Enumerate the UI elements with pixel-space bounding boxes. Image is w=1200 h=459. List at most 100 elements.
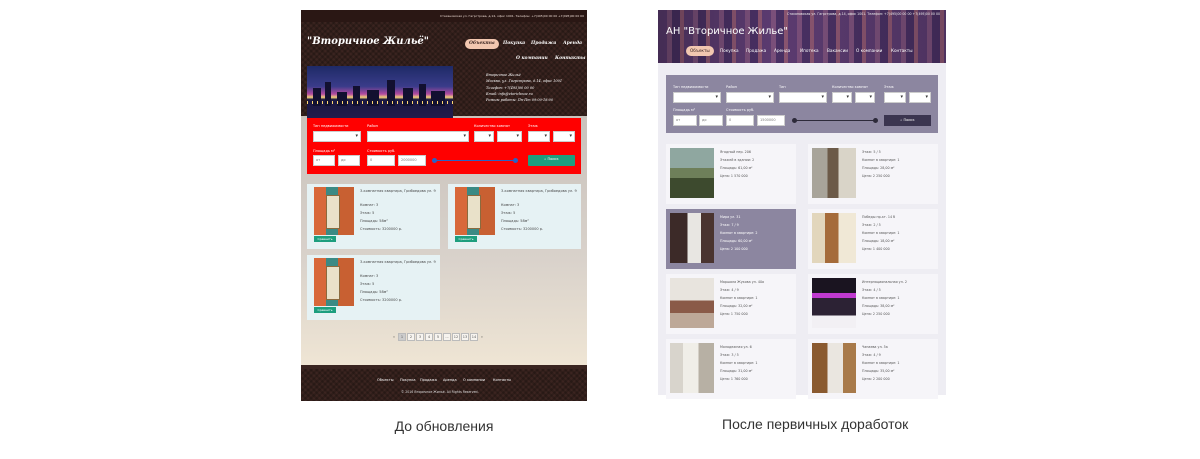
price-to-field[interactable]: 1500000 xyxy=(757,115,785,126)
pager-page[interactable]: 12 xyxy=(452,333,460,341)
search-button[interactable]: ⌕ Поиск xyxy=(884,115,931,126)
listing-price: Цена: 2 100 000 xyxy=(720,247,748,251)
price-from-field[interactable]: 0 xyxy=(726,115,754,126)
compare-button[interactable]: Сравнить xyxy=(314,236,336,242)
footer-nav-item[interactable]: Покупка xyxy=(400,378,416,382)
listing-title[interactable]: 3-комнатная квартира, Грибоедова ул. 9 xyxy=(360,260,438,264)
listing-card[interactable]: 3-комнатная квартира, Грибоедова ул. 9 К… xyxy=(448,184,581,249)
property-type-select[interactable] xyxy=(313,131,361,142)
listing-card[interactable]: Этаж: 5 / 5 Комнат в квартире: 1 Площадь… xyxy=(808,144,938,204)
nav-item-objects[interactable]: Объекты xyxy=(465,39,499,49)
listing-card[interactable]: Молодежная ул. 6 Этаж: 3 / 5 Комнат в кв… xyxy=(666,339,796,399)
listing-card[interactable]: 3-комнатная квартира, Грибоедова ул. 9 К… xyxy=(307,184,440,249)
pager-page[interactable]: 13 xyxy=(461,333,469,341)
listing-card[interactable]: Маршала Жукова ул. 40а Этаж: 4 / 9 Комна… xyxy=(666,274,796,334)
nav-item-vacancies[interactable]: Вакансии xyxy=(827,46,848,56)
listing-area: Площадь: 58м² xyxy=(360,219,388,223)
listing-title[interactable]: Мира ул. 31 xyxy=(720,215,741,219)
nav-item-sell[interactable]: Продажа xyxy=(531,39,556,49)
filter-label: Стоимость руб. xyxy=(367,149,396,153)
type-select[interactable] xyxy=(779,92,827,103)
nav-item-contacts[interactable]: Контакты xyxy=(555,56,585,61)
site-logo[interactable]: "Вторичное Жильё" xyxy=(307,36,429,47)
nav-item-rent[interactable]: Аренда xyxy=(563,39,582,49)
listing-card[interactable]: Мира ул. 31 Этаж: 7 / 9 Комнат в квартир… xyxy=(666,209,796,269)
nav-item-buy[interactable]: Покупка xyxy=(503,39,525,49)
footer-nav-item[interactable]: Объекты xyxy=(377,378,393,382)
compare-button[interactable]: Сравнить xyxy=(455,236,477,242)
pager-next-icon[interactable]: › xyxy=(479,334,485,342)
search-button[interactable]: ⌕ Поиск xyxy=(528,155,575,166)
listing-price: Цена: 2 200 000 xyxy=(862,377,890,381)
listing-rooms: Комнат в квартире: 1 xyxy=(862,361,900,365)
price-from-field[interactable]: 0 xyxy=(367,155,395,166)
pager-page[interactable]: 14 xyxy=(470,333,478,341)
listing-title[interactable]: Молодежная ул. 6 xyxy=(720,345,752,349)
price-slider-min-handle[interactable] xyxy=(792,118,797,123)
floor-from-stepper[interactable] xyxy=(528,131,550,142)
property-type-select[interactable] xyxy=(673,92,721,103)
top-contact-line: Стахановская ул. Гагрстрова, д.14, офис … xyxy=(787,12,940,16)
nav-item-mortgage[interactable]: Ипотека xyxy=(800,46,819,56)
contact-line: Режим работы: Пн-Пт 09:00-18:00 xyxy=(486,98,554,103)
listing-title[interactable]: 3-комнатная квартира, Грибоедова ул. 9 xyxy=(501,189,579,193)
listing-card[interactable]: Ягодный пер. 206 Этажей в здании: 2 Площ… xyxy=(666,144,796,204)
area-to-field[interactable]: до xyxy=(338,155,360,166)
listing-card[interactable]: Интернациональная ул. 2 Этаж: 4 / 5 Комн… xyxy=(808,274,938,334)
price-slider-max-handle[interactable] xyxy=(873,118,878,123)
pager-prev-icon[interactable]: ‹ xyxy=(391,334,397,342)
rooms-from-stepper[interactable] xyxy=(474,131,494,142)
price-to-field[interactable]: 2000000 xyxy=(398,155,426,166)
rooms-to-stepper[interactable] xyxy=(497,131,522,142)
filter-label: Тип недвижимости xyxy=(673,85,709,89)
filter-label: Тип xyxy=(779,85,786,89)
listing-card[interactable]: Чапаева ул. 5а Этаж: 4 / 9 Комнат в квар… xyxy=(808,339,938,399)
pager-page[interactable]: 2 xyxy=(407,333,415,341)
area-from-field[interactable]: от xyxy=(673,115,697,126)
pager-page[interactable]: 4 xyxy=(425,333,433,341)
price-slider-track[interactable] xyxy=(434,160,516,161)
listing-title[interactable]: Чапаева ул. 5а xyxy=(862,345,888,349)
nav-item-contacts[interactable]: Контакты xyxy=(891,46,913,56)
listing-title[interactable]: Интернациональная ул. 2 xyxy=(862,280,907,284)
district-select[interactable] xyxy=(367,131,469,142)
nav-item-sell[interactable]: Продажа xyxy=(746,46,766,56)
rooms-from-stepper[interactable] xyxy=(832,92,852,103)
footer-nav-item[interactable]: Контакты xyxy=(493,378,511,382)
rooms-to-stepper[interactable] xyxy=(855,92,875,103)
compare-button[interactable]: Сравнить xyxy=(314,307,336,313)
price-slider-track[interactable] xyxy=(794,120,876,121)
nav-item-about[interactable]: О компании xyxy=(856,46,882,56)
nav-item-about[interactable]: О компании xyxy=(516,56,548,61)
pager-page[interactable]: 1 xyxy=(398,333,406,341)
listing-area: Площадь: 32,00 м² xyxy=(720,304,753,308)
price-slider-min-handle[interactable] xyxy=(432,158,437,163)
footer-nav-item[interactable]: Продажа xyxy=(420,378,437,382)
district-select[interactable] xyxy=(726,92,774,103)
listing-card[interactable]: 3-комнатная квартира, Грибоедова ул. 9 К… xyxy=(307,255,440,320)
listing-title[interactable]: Маршала Жукова ул. 40а xyxy=(720,280,764,284)
site-logo[interactable]: АН "Вторичное Жилье" xyxy=(666,26,788,37)
floor-from-stepper[interactable] xyxy=(884,92,906,103)
floor-to-stepper[interactable] xyxy=(553,131,575,142)
listing-floor: Этаж: 7 / 9 xyxy=(720,223,739,227)
filter-label: Этаж xyxy=(528,124,538,128)
footer-nav-item[interactable]: О компании xyxy=(463,378,485,382)
listing-floor[interactable]: Этаж: 5 / 5 xyxy=(862,150,881,154)
area-from-field[interactable]: от xyxy=(313,155,335,166)
nav-item-buy[interactable]: Покупка xyxy=(720,46,739,56)
listing-title[interactable]: 3-комнатная квартира, Грибоедова ул. 9 xyxy=(360,189,438,193)
listing-card[interactable]: Победы пр-кт. 14 б Этаж: 2 / 5 Комнат в … xyxy=(808,209,938,269)
price-slider-max-handle[interactable] xyxy=(513,158,518,163)
pager-page[interactable]: 5 xyxy=(434,333,442,341)
listing-photo xyxy=(455,187,495,235)
listing-title[interactable]: Победы пр-кт. 14 б xyxy=(862,215,895,219)
nav-item-rent[interactable]: Аренда xyxy=(774,46,790,56)
listing-title[interactable]: Ягодный пер. 206 xyxy=(720,150,751,154)
footer-nav-item[interactable]: Аренда xyxy=(443,378,457,382)
listing-rooms: Комнат в квартире: 1 xyxy=(862,296,900,300)
pager-page[interactable]: 3 xyxy=(416,333,424,341)
nav-item-objects[interactable]: Объекты xyxy=(686,46,714,56)
floor-to-stepper[interactable] xyxy=(909,92,931,103)
area-to-field[interactable]: до xyxy=(699,115,723,126)
